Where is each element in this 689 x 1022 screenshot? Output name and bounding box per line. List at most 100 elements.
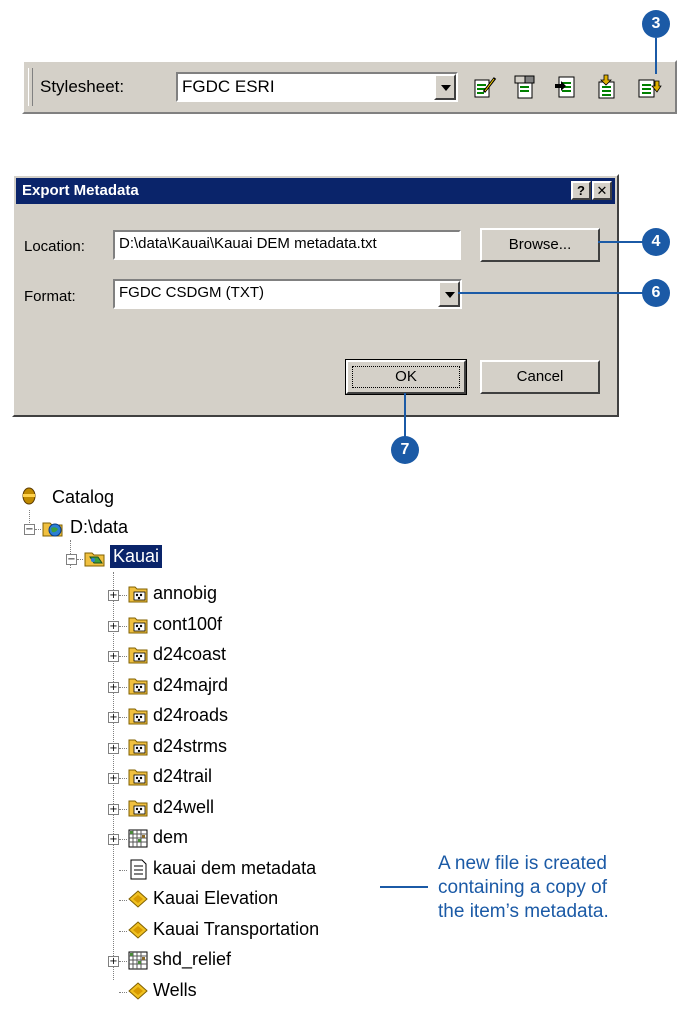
step-3-callout: 3 [642, 10, 670, 38]
step-7-callout: 7 [391, 436, 419, 464]
import-metadata-button[interactable] [554, 74, 580, 100]
metadata-toolbar: Stylesheet: FGDC ESRI [22, 60, 677, 114]
tree-connector [119, 931, 127, 932]
annotation-leader-line [380, 886, 428, 888]
coverage-icon [128, 739, 148, 756]
expand-icon[interactable]: + [108, 590, 119, 601]
tree-item-label: Wells [153, 980, 197, 1000]
tree-connector [119, 717, 127, 718]
tree-item-label: Kauai Elevation [153, 888, 279, 908]
tree-connector [119, 870, 127, 871]
cancel-button[interactable]: Cancel [480, 360, 600, 394]
coverage-icon [128, 617, 148, 634]
drive-label: D:\data [70, 517, 129, 537]
tree-connector [119, 839, 127, 840]
folder-connection-icon [42, 522, 63, 537]
coverage-icon [128, 769, 148, 786]
format-label: Format: [24, 288, 76, 305]
dialog-title-bar[interactable]: Export Metadata ? ✕ [16, 178, 615, 204]
step-3-leader-line [655, 38, 657, 74]
tree-item-label: d24well [153, 797, 215, 817]
tree-connector [29, 510, 30, 525]
expand-icon[interactable]: + [108, 621, 119, 632]
expand-icon[interactable]: + [108, 712, 119, 723]
expand-icon[interactable]: + [108, 956, 119, 967]
layer-file-icon [128, 921, 148, 939]
tree-connector [119, 778, 127, 779]
layer-file-icon [128, 982, 148, 1000]
export-metadata-icon [598, 74, 615, 99]
create-update-metadata-button[interactable] [636, 74, 662, 100]
tree-connector [119, 748, 127, 749]
location-input[interactable]: D:\data\Kauai\Kauai DEM metadata.txt [113, 230, 461, 260]
tree-item-label: d24roads [153, 705, 229, 725]
new-file-annotation: A new file is created containing a copy … [438, 852, 609, 924]
expand-icon[interactable]: + [108, 651, 119, 662]
stylesheet-value: FGDC ESRI [182, 77, 275, 96]
expand-icon[interactable]: + [108, 773, 119, 784]
raster-icon [128, 951, 148, 970]
tree-item-label: d24majrd [153, 675, 229, 695]
expand-icon[interactable]: + [108, 804, 119, 815]
close-button[interactable]: ✕ [592, 181, 612, 200]
browse-button[interactable]: Browse... [480, 228, 600, 262]
step-6-callout: 6 [642, 279, 670, 307]
tree-item-label: Kauai Transportation [153, 919, 320, 939]
tree-connector [119, 656, 127, 657]
workspace-folder-icon [84, 552, 105, 567]
stylesheet-label: Stylesheet: [40, 77, 125, 96]
coverage-icon [128, 800, 148, 817]
edit-metadata-button[interactable] [472, 74, 498, 100]
tree-connector [119, 809, 127, 810]
dialog-title: Export Metadata [22, 182, 139, 199]
collapse-icon[interactable]: − [24, 524, 35, 535]
export-metadata-dialog: Export Metadata ? ✕ Location: D:\data\Ka… [12, 174, 619, 417]
stylesheet-dropdown[interactable]: FGDC ESRI [176, 72, 458, 102]
coverage-icon [128, 678, 148, 695]
ok-button[interactable]: OK [345, 359, 467, 395]
metadata-properties-button[interactable] [512, 74, 538, 100]
metadata-properties-icon [514, 75, 535, 99]
tree-connector [35, 529, 41, 530]
tree-item-label: d24coast [153, 644, 227, 664]
export-metadata-button[interactable] [594, 74, 620, 100]
tree-item-label: d24trail [153, 766, 213, 786]
tree-item-label: shd_relief [153, 949, 232, 969]
help-button[interactable]: ? [571, 181, 591, 200]
toolbar-grip[interactable] [28, 68, 33, 106]
tree-connector [77, 559, 83, 560]
expand-icon[interactable]: + [108, 682, 119, 693]
annotation-line-3: the item’s metadata. [438, 901, 609, 922]
tree-item-label: kauai dem metadata [153, 858, 317, 878]
edit-metadata-icon [474, 77, 497, 98]
raster-icon [128, 829, 148, 848]
catalog-icon [22, 487, 36, 505]
stylesheet-dropdown-arrow-icon[interactable] [434, 74, 456, 100]
expand-icon[interactable]: + [108, 834, 119, 845]
tree-connector [119, 595, 127, 596]
focus-rectangle [352, 366, 460, 388]
collapse-icon[interactable]: − [66, 554, 77, 565]
annotation-line-1: A new file is created [438, 853, 607, 874]
tree-item-label: dem [153, 827, 189, 847]
step-4-callout: 4 [642, 228, 670, 256]
expand-icon[interactable]: + [108, 743, 119, 754]
coverage-icon [128, 647, 148, 664]
step-7-leader-line [404, 393, 406, 437]
tree-connector [119, 687, 127, 688]
location-label: Location: [24, 238, 85, 255]
tree-connector [119, 900, 127, 901]
format-dropdown-arrow-icon[interactable] [438, 281, 460, 307]
format-dropdown[interactable]: FGDC CSDGM (TXT) [113, 279, 462, 309]
tree-connector [119, 626, 127, 627]
step-6-leader-line [458, 292, 644, 294]
catalog-label: Catalog [52, 487, 115, 507]
layer-file-icon [128, 890, 148, 908]
annotation-line-2: containing a copy of [438, 877, 608, 898]
coverage-icon [128, 586, 148, 603]
step-4-leader-line [598, 241, 644, 243]
tree-item-label: annobig [153, 583, 218, 603]
create-update-metadata-icon [638, 79, 662, 98]
tree-connector [119, 992, 127, 993]
kauai-folder-label: Kauai [110, 545, 163, 568]
